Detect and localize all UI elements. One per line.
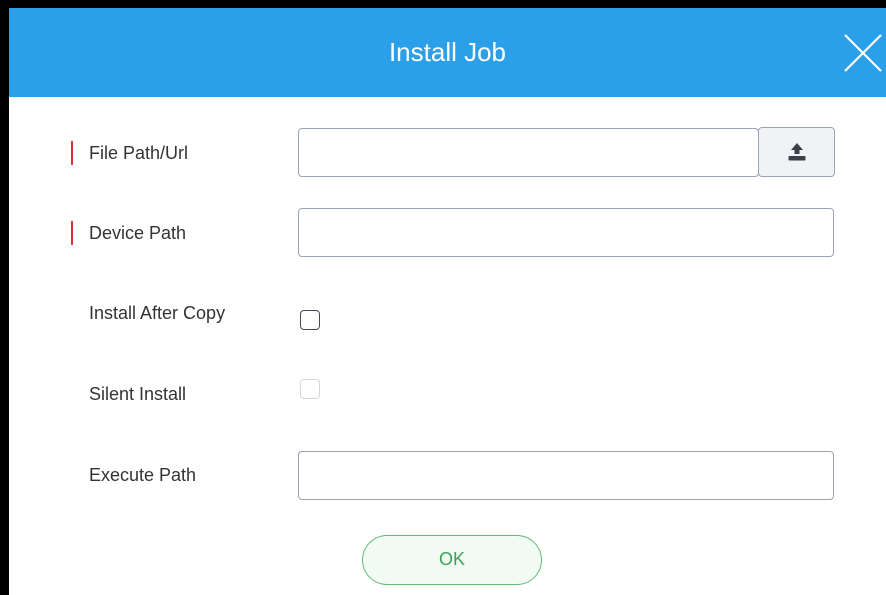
file-path-label: File Path/Url	[89, 143, 189, 163]
dialog-header: Install Job	[9, 8, 886, 97]
execute-path-input[interactable]	[298, 451, 834, 500]
install-after-copy-label: Install After Copy	[89, 303, 226, 323]
required-marker	[71, 141, 73, 165]
silent-install-checkbox	[300, 379, 320, 399]
required-marker	[71, 221, 73, 245]
upload-button[interactable]	[758, 127, 835, 177]
close-icon	[844, 34, 882, 72]
install-after-copy-checkbox[interactable]	[300, 310, 320, 330]
device-path-label: Device Path	[89, 223, 187, 243]
silent-install-label: Silent Install	[89, 384, 187, 404]
execute-path-label: Execute Path	[89, 465, 197, 485]
ok-button[interactable]: OK	[362, 535, 542, 585]
dialog-title: Install Job	[388, 37, 507, 67]
close-button[interactable]	[840, 30, 886, 76]
file-path-input[interactable]	[298, 128, 759, 177]
install-job-dialog: Install Job File Path/Url Device Path In…	[9, 8, 886, 595]
device-path-input[interactable]	[298, 208, 834, 257]
upload-icon	[788, 143, 806, 161]
